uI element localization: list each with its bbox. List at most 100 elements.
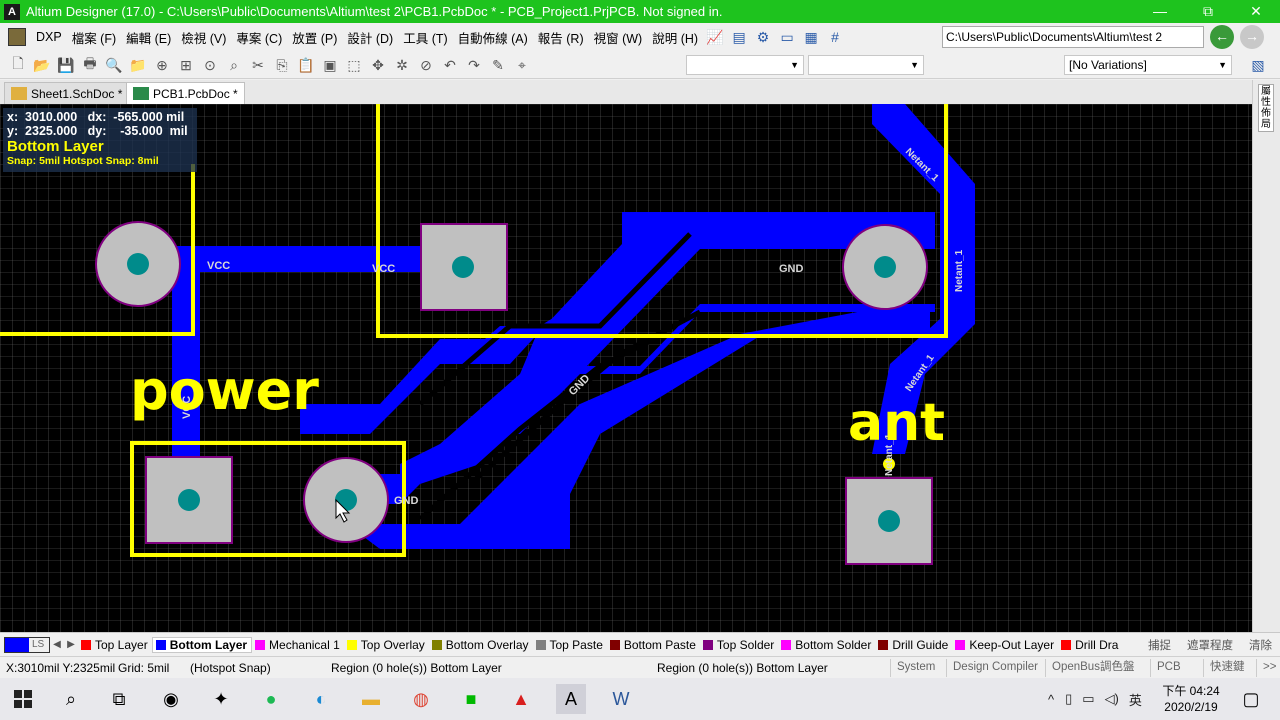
tab-sheet1[interactable]: Sheet1.SchDoc *	[4, 82, 130, 104]
layer-tab-drill-guide[interactable]: Drill Guide	[875, 638, 952, 652]
layer-tab-top-overlay[interactable]: Top Overlay	[344, 638, 429, 652]
layer-tab-top-solder[interactable]: Top Solder	[700, 638, 778, 652]
file-explorer-icon[interactable]: ▬	[356, 684, 386, 714]
settings-icon[interactable]: ▧	[1246, 54, 1270, 76]
select-area-icon[interactable]: ⬚	[342, 54, 366, 76]
menu-edit[interactable]: 編輯 (E)	[121, 28, 176, 47]
save-icon[interactable]: 💾	[54, 54, 78, 76]
layer-tab-bottom-overlay[interactable]: Bottom Overlay	[429, 638, 533, 652]
zoom-area-icon[interactable]: ⊞	[174, 54, 198, 76]
print-preview-icon[interactable]: 🔍	[102, 54, 126, 76]
app-icon[interactable]: ◉	[156, 684, 186, 714]
panel-more[interactable]: >>	[1256, 659, 1280, 677]
altium-icon[interactable]: A	[556, 684, 586, 714]
align-icon[interactable]: ▤	[727, 26, 751, 48]
panel-openbus[interactable]: OpenBus調色盤	[1045, 659, 1140, 677]
paste-icon[interactable]: 📋	[294, 54, 318, 76]
menu-file[interactable]: 檔案 (F)	[67, 28, 121, 47]
line-icon[interactable]: ■	[456, 684, 486, 714]
menu-project[interactable]: 專案 (C)	[231, 28, 287, 47]
task-view-icon[interactable]: ⧉	[104, 684, 134, 714]
menu-design[interactable]: 設計 (D)	[342, 28, 398, 47]
menu-tools[interactable]: 工具 (T)	[398, 28, 452, 47]
panel-system[interactable]: System	[890, 659, 941, 677]
battery-icon[interactable]: ▯	[1060, 691, 1077, 707]
filter-combo-2[interactable]: ▼	[808, 55, 924, 75]
menu-reports[interactable]: 報告 (R)	[533, 28, 589, 47]
filter-combo-1[interactable]: ▼	[686, 55, 804, 75]
move-icon[interactable]: ✥	[366, 54, 390, 76]
clear-filter-icon[interactable]: ⊘	[414, 54, 438, 76]
back-icon[interactable]: ←	[1210, 25, 1234, 49]
notification-icon[interactable]: ▢	[1236, 684, 1266, 714]
route-icon[interactable]: ▭	[775, 26, 799, 48]
open-folder-icon[interactable]: 📂	[30, 54, 54, 76]
menu-window[interactable]: 視窗 (W)	[589, 28, 648, 47]
layer-tab-mechanical-1[interactable]: Mechanical 1	[252, 638, 344, 652]
print-icon[interactable]: 🖶	[78, 54, 102, 76]
variations-dropdown[interactable]: [No Variations] ▼	[1064, 55, 1232, 75]
layer-tab-drill-drawing[interactable]: Drill Dra	[1058, 638, 1122, 652]
tab-pcb1[interactable]: PCB1.PcbDoc *	[126, 82, 245, 104]
tray-chevron-icon[interactable]: ^	[1042, 692, 1060, 707]
menu-view[interactable]: 檢視 (V)	[176, 28, 231, 47]
menu-help[interactable]: 說明 (H)	[647, 28, 703, 47]
component-icon[interactable]: ⚙	[751, 26, 775, 48]
layer-set-button[interactable]: LS	[4, 636, 50, 653]
clear-button[interactable]: 清除	[1241, 637, 1280, 653]
new-file-icon[interactable]: 🗋	[6, 54, 30, 76]
layer-tab-keep-out[interactable]: Keep-Out Layer	[952, 638, 1058, 652]
search-icon[interactable]: ⌕	[56, 684, 86, 714]
zoom-filter-icon[interactable]: ⌕	[222, 54, 246, 76]
status-region: Region (0 hole(s)) Bottom Layer	[331, 661, 502, 675]
spotify-icon[interactable]: ●	[256, 684, 286, 714]
redo-icon[interactable]: ↷	[462, 54, 486, 76]
snap-button[interactable]: 捕捉	[1140, 637, 1179, 653]
pcb-canvas[interactable]: VCC VCC VCC GND GND GND Netant_1 Netant_…	[0, 104, 1252, 632]
close-button[interactable]: ✕	[1232, 0, 1280, 23]
browse-icon[interactable]: ⌖	[510, 54, 534, 76]
volume-icon[interactable]: ◁)	[1100, 691, 1124, 707]
layer-prev-icon[interactable]: ◀	[50, 639, 64, 650]
document-path-field[interactable]: C:\Users\Public\Documents\Altium\test 2	[942, 26, 1204, 48]
forward-icon[interactable]: →	[1240, 25, 1264, 49]
mask-level-button[interactable]: 遮罩程度	[1179, 637, 1241, 653]
cut-icon[interactable]: ✂	[246, 54, 270, 76]
chart-icon[interactable]: 📈	[703, 26, 727, 48]
panel-design-compiler[interactable]: Design Compiler	[946, 659, 1044, 677]
properties-panel-tab[interactable]: 屬性佈局	[1258, 84, 1274, 132]
chrome-icon[interactable]: ◍	[406, 684, 436, 714]
layout-icon[interactable]: ▦	[799, 26, 823, 48]
deselect-icon[interactable]: ✲	[390, 54, 414, 76]
layer-next-icon[interactable]: ▶	[64, 639, 78, 650]
crossprobe-icon[interactable]: ✎	[486, 54, 510, 76]
layer-tab-bottom-paste[interactable]: Bottom Paste	[607, 638, 700, 652]
zoom-fit-icon[interactable]: ⊕	[150, 54, 174, 76]
copy-icon[interactable]: ⎘	[270, 54, 294, 76]
ime-indicator[interactable]: 英	[1124, 690, 1147, 709]
network-icon[interactable]: ▭	[1077, 691, 1099, 707]
menu-place[interactable]: 放置 (P)	[287, 28, 342, 47]
restore-button[interactable]: ⧉	[1184, 0, 1232, 23]
menu-autoroute[interactable]: 自動佈線 (A)	[453, 28, 533, 47]
minimize-button[interactable]: —	[1136, 0, 1184, 23]
zoom-selected-icon[interactable]: ⊙	[198, 54, 222, 76]
grid-icon[interactable]: #	[823, 26, 847, 48]
layer-tab-top-layer[interactable]: Top Layer	[78, 638, 152, 652]
layer-tab-bottom-layer[interactable]: Bottom Layer	[151, 636, 253, 653]
word-icon[interactable]: W	[606, 684, 636, 714]
windows-start-icon[interactable]	[8, 684, 38, 714]
dxp-menu[interactable]: DXP	[8, 28, 67, 46]
layer-tab-bottom-solder[interactable]: Bottom Solder	[778, 638, 875, 652]
edge-icon[interactable]: ◐	[306, 684, 336, 714]
acrobat-icon[interactable]: ▲	[506, 684, 536, 714]
layer-tab-top-paste[interactable]: Top Paste	[533, 638, 607, 652]
open-project-icon[interactable]: 📁	[126, 54, 150, 76]
rubber-stamp-icon[interactable]: ▣	[318, 54, 342, 76]
undo-icon[interactable]: ↶	[438, 54, 462, 76]
pcb-view[interactable]: VCC VCC VCC GND GND GND Netant_1 Netant_…	[0, 104, 1252, 632]
app-icon[interactable]: ✦	[206, 684, 236, 714]
panel-pcb[interactable]: PCB	[1150, 659, 1187, 677]
panel-shortcuts[interactable]: 快速鍵	[1203, 659, 1251, 677]
system-clock[interactable]: 下午 04:24 2020/2/19	[1158, 683, 1224, 715]
